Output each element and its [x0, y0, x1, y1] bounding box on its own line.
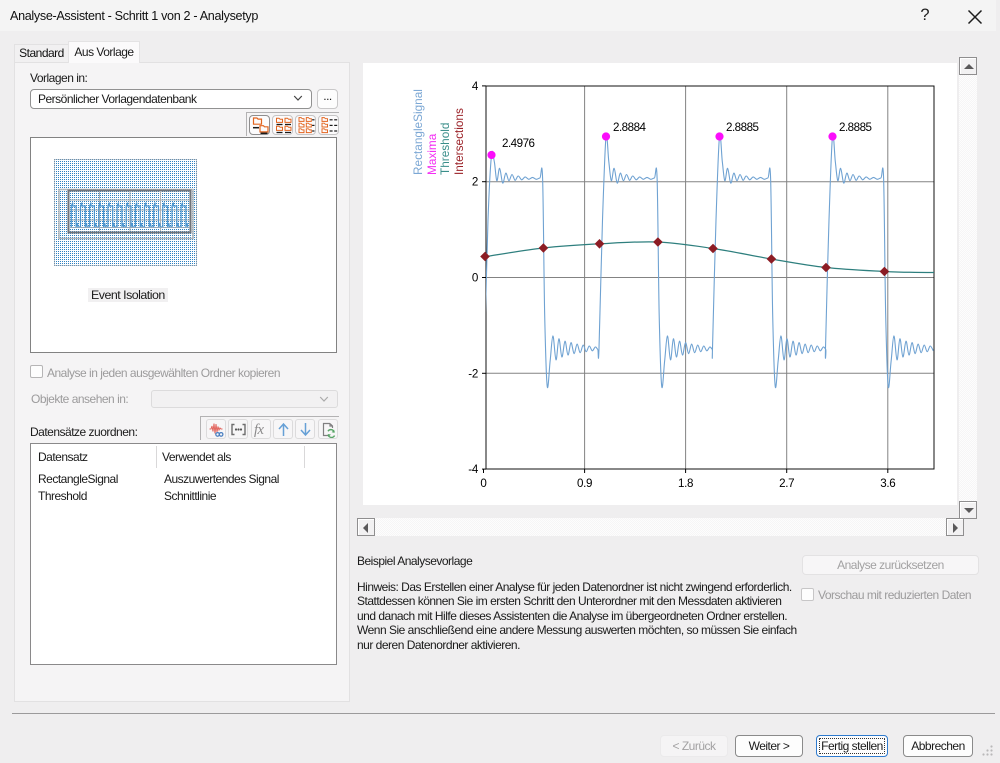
svg-text:-2: -2: [468, 367, 478, 380]
svg-text:Threshold: Threshold: [438, 123, 452, 175]
svg-text:Intersections: Intersections: [452, 108, 466, 175]
svg-text:4: 4: [472, 80, 479, 93]
svg-text:2.4976: 2.4976: [502, 137, 535, 150]
svg-text:fx: fx: [254, 422, 265, 438]
svg-text:2.8885: 2.8885: [839, 121, 872, 134]
svg-text:2.8884: 2.8884: [613, 121, 647, 134]
svg-text:2.8885: 2.8885: [726, 121, 759, 134]
svg-text:RectangleSignal: RectangleSignal: [411, 89, 425, 175]
svg-text:2.7: 2.7: [779, 477, 794, 490]
svg-text:0: 0: [480, 477, 486, 490]
svg-text:0: 0: [472, 272, 478, 285]
svg-text:-4: -4: [468, 463, 479, 476]
svg-text:0.9: 0.9: [577, 477, 592, 490]
svg-text:3.6: 3.6: [880, 477, 895, 490]
svg-text:Maxima: Maxima: [425, 133, 439, 175]
svg-text:1.8: 1.8: [678, 477, 693, 490]
svg-text:2: 2: [472, 176, 478, 189]
